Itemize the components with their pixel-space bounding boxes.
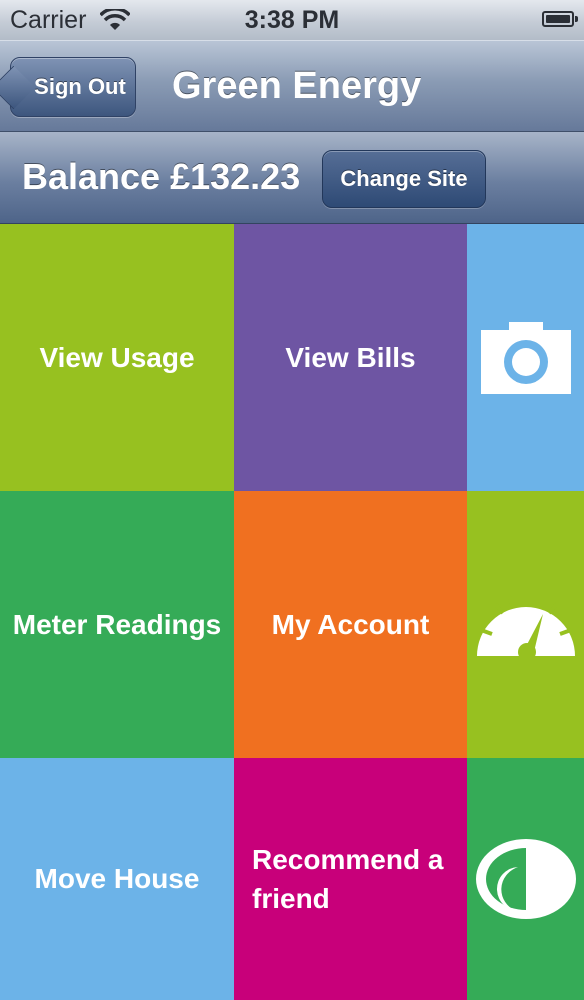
meter-readings-label: Meter Readings: [12, 608, 222, 640]
recommend-friend-tile[interactable]: Recommend a friend: [234, 758, 467, 1000]
balance-amount: Balance £132.23: [22, 156, 301, 197]
page-title: Green Energy: [172, 65, 422, 107]
meter-readings-tile[interactable]: Meter Readings: [0, 491, 234, 758]
navigation-bar: Sign Out Green Energy: [0, 40, 584, 132]
view-usage-tile[interactable]: View Usage: [0, 224, 234, 491]
menu-grid: View Usage View Bills Meter Readings My …: [0, 224, 584, 1000]
move-house-label: Move House: [34, 863, 200, 894]
back-arrow-shape: [0, 65, 36, 110]
my-account-tile[interactable]: My Account: [234, 491, 467, 758]
status-time: 3:38 PM: [244, 6, 340, 34]
logo-icon: [475, 839, 576, 919]
view-bills-label: View Bills: [285, 341, 416, 373]
status-bar: Carrier 3:38 PM: [0, 0, 584, 40]
battery-icon: [542, 11, 578, 27]
sign-out-label: Sign Out: [34, 74, 126, 99]
view-usage-label: View Usage: [39, 341, 195, 373]
my-account-label: My Account: [271, 608, 430, 640]
speedometer-icon: [476, 592, 575, 660]
view-bills-tile[interactable]: View Bills: [234, 224, 467, 491]
camera-tile[interactable]: [467, 224, 584, 491]
move-house-tile[interactable]: Move House: [0, 758, 234, 1000]
camera-icon: [480, 321, 571, 394]
sign-out-button[interactable]: Sign Out: [0, 57, 136, 117]
recommend-friend-label: Recommend a friend: [252, 844, 444, 914]
change-site-button[interactable]: Change Site: [322, 150, 486, 208]
balance-bar: Balance £132.23 Change Site: [0, 132, 584, 224]
logo-tile[interactable]: [467, 758, 584, 1000]
speedometer-tile[interactable]: [467, 491, 584, 758]
